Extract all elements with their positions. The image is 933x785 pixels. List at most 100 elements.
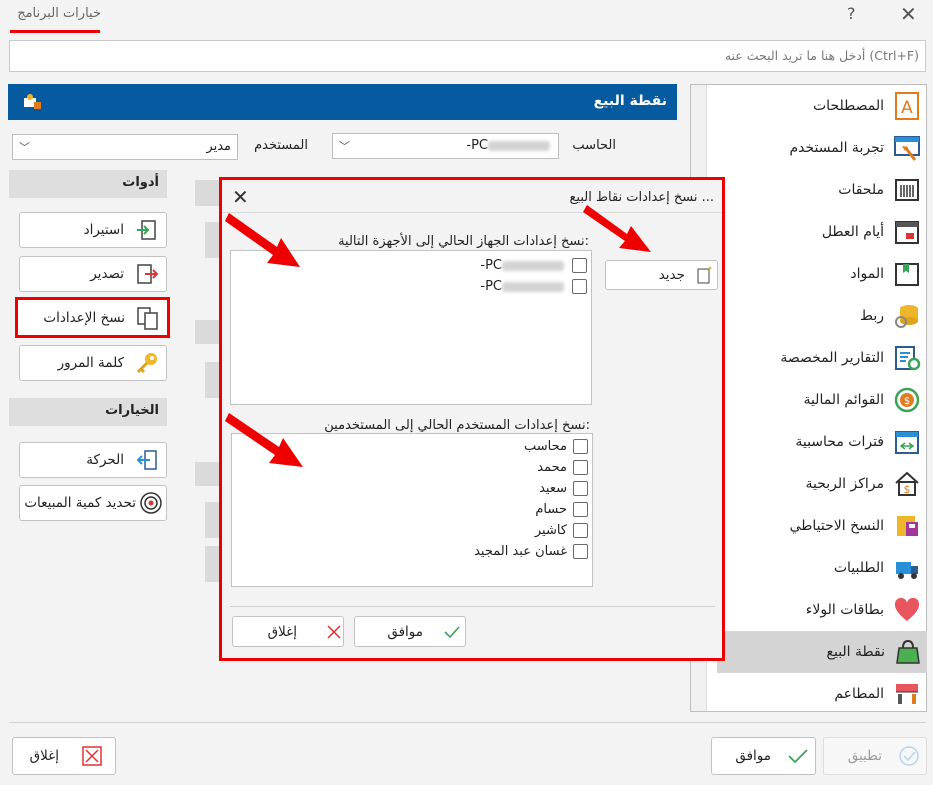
- nav-item-label: نقطة البيع: [826, 644, 885, 660]
- devices-label: نسخ إعدادات الجهاز الحالي إلى الأجهزة ال…: [338, 234, 589, 249]
- options-group-header: الخيارات: [9, 398, 167, 426]
- user-row[interactable]: حسام: [535, 499, 588, 520]
- checkmark-icon: [443, 619, 461, 645]
- nav-item-accessories[interactable]: ملحقات: [719, 169, 926, 211]
- nav-item-label: النسخ الاحتياطي: [789, 518, 884, 534]
- user-row[interactable]: غسان عبد المجيد: [474, 541, 588, 562]
- user-name: محمد: [537, 460, 567, 475]
- computer-value: -PC: [466, 138, 552, 153]
- close-box-icon: [79, 743, 105, 769]
- new-device-label: جديد: [658, 267, 685, 283]
- nav-item-orders[interactable]: الطلبيات: [719, 547, 926, 589]
- user-checkbox[interactable]: [573, 523, 588, 538]
- user-checkbox[interactable]: [573, 481, 588, 496]
- user-name: سعيد: [539, 481, 567, 496]
- nav-item-materials[interactable]: المواد: [719, 253, 926, 295]
- nav-item-point-of-sale[interactable]: نقطة البيع: [717, 631, 927, 673]
- nav-item-accounting-periods[interactable]: فترات محاسبية: [719, 421, 926, 463]
- search-input[interactable]: أدخل هنا ما تريد البحث عنه (Ctrl+F): [9, 40, 926, 72]
- export-label: تصدير: [90, 266, 124, 282]
- nav-item-user-experience[interactable]: تجربة المستخدم: [719, 127, 926, 169]
- calendar-arrows-icon: [892, 427, 922, 457]
- nav-item-financial-lists[interactable]: القوائم المالية $: [719, 379, 926, 421]
- movement-label: الحركة: [86, 452, 124, 468]
- user-select[interactable]: ﹀ مدير: [12, 134, 238, 160]
- checkmark-icon: [785, 743, 811, 769]
- backup-icon: [892, 511, 922, 541]
- calendar-icon: [892, 217, 922, 247]
- device-checkbox[interactable]: [572, 279, 587, 294]
- report-gear-icon: [892, 343, 922, 373]
- copy-settings-button[interactable]: نسخ الإعدادات: [15, 297, 170, 338]
- sales-quantity-button[interactable]: تحديد كمية المبيعات: [19, 485, 167, 521]
- user-checkbox[interactable]: [573, 502, 588, 517]
- computer-label: الحاسب: [572, 138, 616, 153]
- nav-item-loyalty-cards[interactable]: بطاقات الولاء: [719, 589, 926, 631]
- nav-item-label: القوائم المالية: [803, 392, 884, 408]
- shopping-bag-icon: [893, 637, 923, 667]
- new-document-icon: [695, 266, 713, 284]
- nav-item-restaurants[interactable]: المطاعم: [719, 673, 926, 715]
- device-row[interactable]: -PC: [480, 255, 587, 276]
- window-close-button[interactable]: ✕: [900, 2, 917, 26]
- nav-item-label: التقارير المخصصة: [780, 350, 884, 366]
- nav-item-holidays[interactable]: أيام العطل: [719, 211, 926, 253]
- user-checkbox[interactable]: [573, 544, 588, 559]
- copy-settings-label: نسخ الإعدادات: [43, 309, 125, 326]
- user-row[interactable]: محاسب: [524, 436, 588, 457]
- target-icon: [138, 490, 164, 516]
- new-device-button[interactable]: جديد: [605, 260, 718, 290]
- blurred-name: [502, 281, 564, 292]
- arrow-annotation: [583, 205, 651, 252]
- help-button[interactable]: ?: [847, 4, 856, 23]
- nav-item-label: ربط: [860, 308, 884, 324]
- svg-text:A: A: [901, 98, 913, 118]
- movement-icon: [134, 447, 160, 473]
- search-placeholder: أدخل هنا ما تريد البحث عنه (Ctrl+F): [724, 48, 919, 63]
- dialog-close-button[interactable]: ✕: [232, 185, 249, 209]
- nav-item-terms[interactable]: المصطلحات A: [719, 85, 926, 127]
- user-row[interactable]: كاشير: [535, 520, 588, 541]
- import-button[interactable]: استيراد: [19, 212, 167, 248]
- blurred-name: [488, 140, 550, 151]
- footer-apply-button[interactable]: تطبيق: [823, 737, 927, 775]
- check-circle-icon: [896, 743, 922, 769]
- footer-ok-button[interactable]: موافق: [711, 737, 816, 775]
- export-button[interactable]: تصدير: [19, 256, 167, 292]
- computer-select[interactable]: ﹀ -PC: [332, 133, 559, 159]
- footer-close-label: إغلاق: [29, 748, 59, 764]
- svg-text:$: $: [904, 483, 911, 496]
- pos-settings-icon: [22, 93, 42, 111]
- user-checkbox[interactable]: [573, 460, 588, 475]
- footer-close-button[interactable]: إغلاق: [12, 737, 116, 775]
- restaurant-icon: [892, 679, 922, 709]
- user-label: المستخدم: [254, 138, 308, 153]
- chevron-down-icon: ﹀: [339, 140, 350, 153]
- blurred-name: [502, 260, 564, 271]
- movement-button[interactable]: الحركة: [19, 442, 167, 478]
- nav-item-custom-reports[interactable]: التقارير المخصصة: [719, 337, 926, 379]
- password-button[interactable]: كلمة المرور: [19, 345, 167, 381]
- device-name: -PC: [480, 258, 566, 273]
- device-row[interactable]: -PC: [480, 276, 587, 297]
- user-checkbox[interactable]: [573, 439, 588, 454]
- dialog-footer-divider: [230, 606, 715, 607]
- dialog-ok-button[interactable]: موافق: [354, 616, 466, 647]
- nav-item-backup[interactable]: النسخ الاحتياطي: [719, 505, 926, 547]
- dialog-close-footer-button[interactable]: إغلاق: [232, 616, 344, 647]
- nav-item-profit-centers[interactable]: مراكز الربحية $: [719, 463, 926, 505]
- chevron-down-icon: ﹀: [19, 141, 30, 154]
- nav-item-link[interactable]: ربط: [719, 295, 926, 337]
- devices-list: -PC -PC: [230, 250, 592, 405]
- profit-house-icon: $: [892, 469, 922, 499]
- barcode-icon: [892, 175, 922, 205]
- window-title: خيارات البرنامج: [17, 6, 101, 21]
- device-checkbox[interactable]: [572, 258, 587, 273]
- nav-item-label: فترات محاسبية: [795, 434, 884, 450]
- svg-text:$: $: [904, 396, 910, 407]
- nav-item-label: ملحقات: [838, 182, 884, 198]
- nav-item-label: تجربة المستخدم: [789, 140, 884, 156]
- nav-item-label: بطاقات الولاء: [805, 602, 884, 618]
- user-row[interactable]: سعيد: [539, 478, 588, 499]
- user-row[interactable]: محمد: [537, 457, 588, 478]
